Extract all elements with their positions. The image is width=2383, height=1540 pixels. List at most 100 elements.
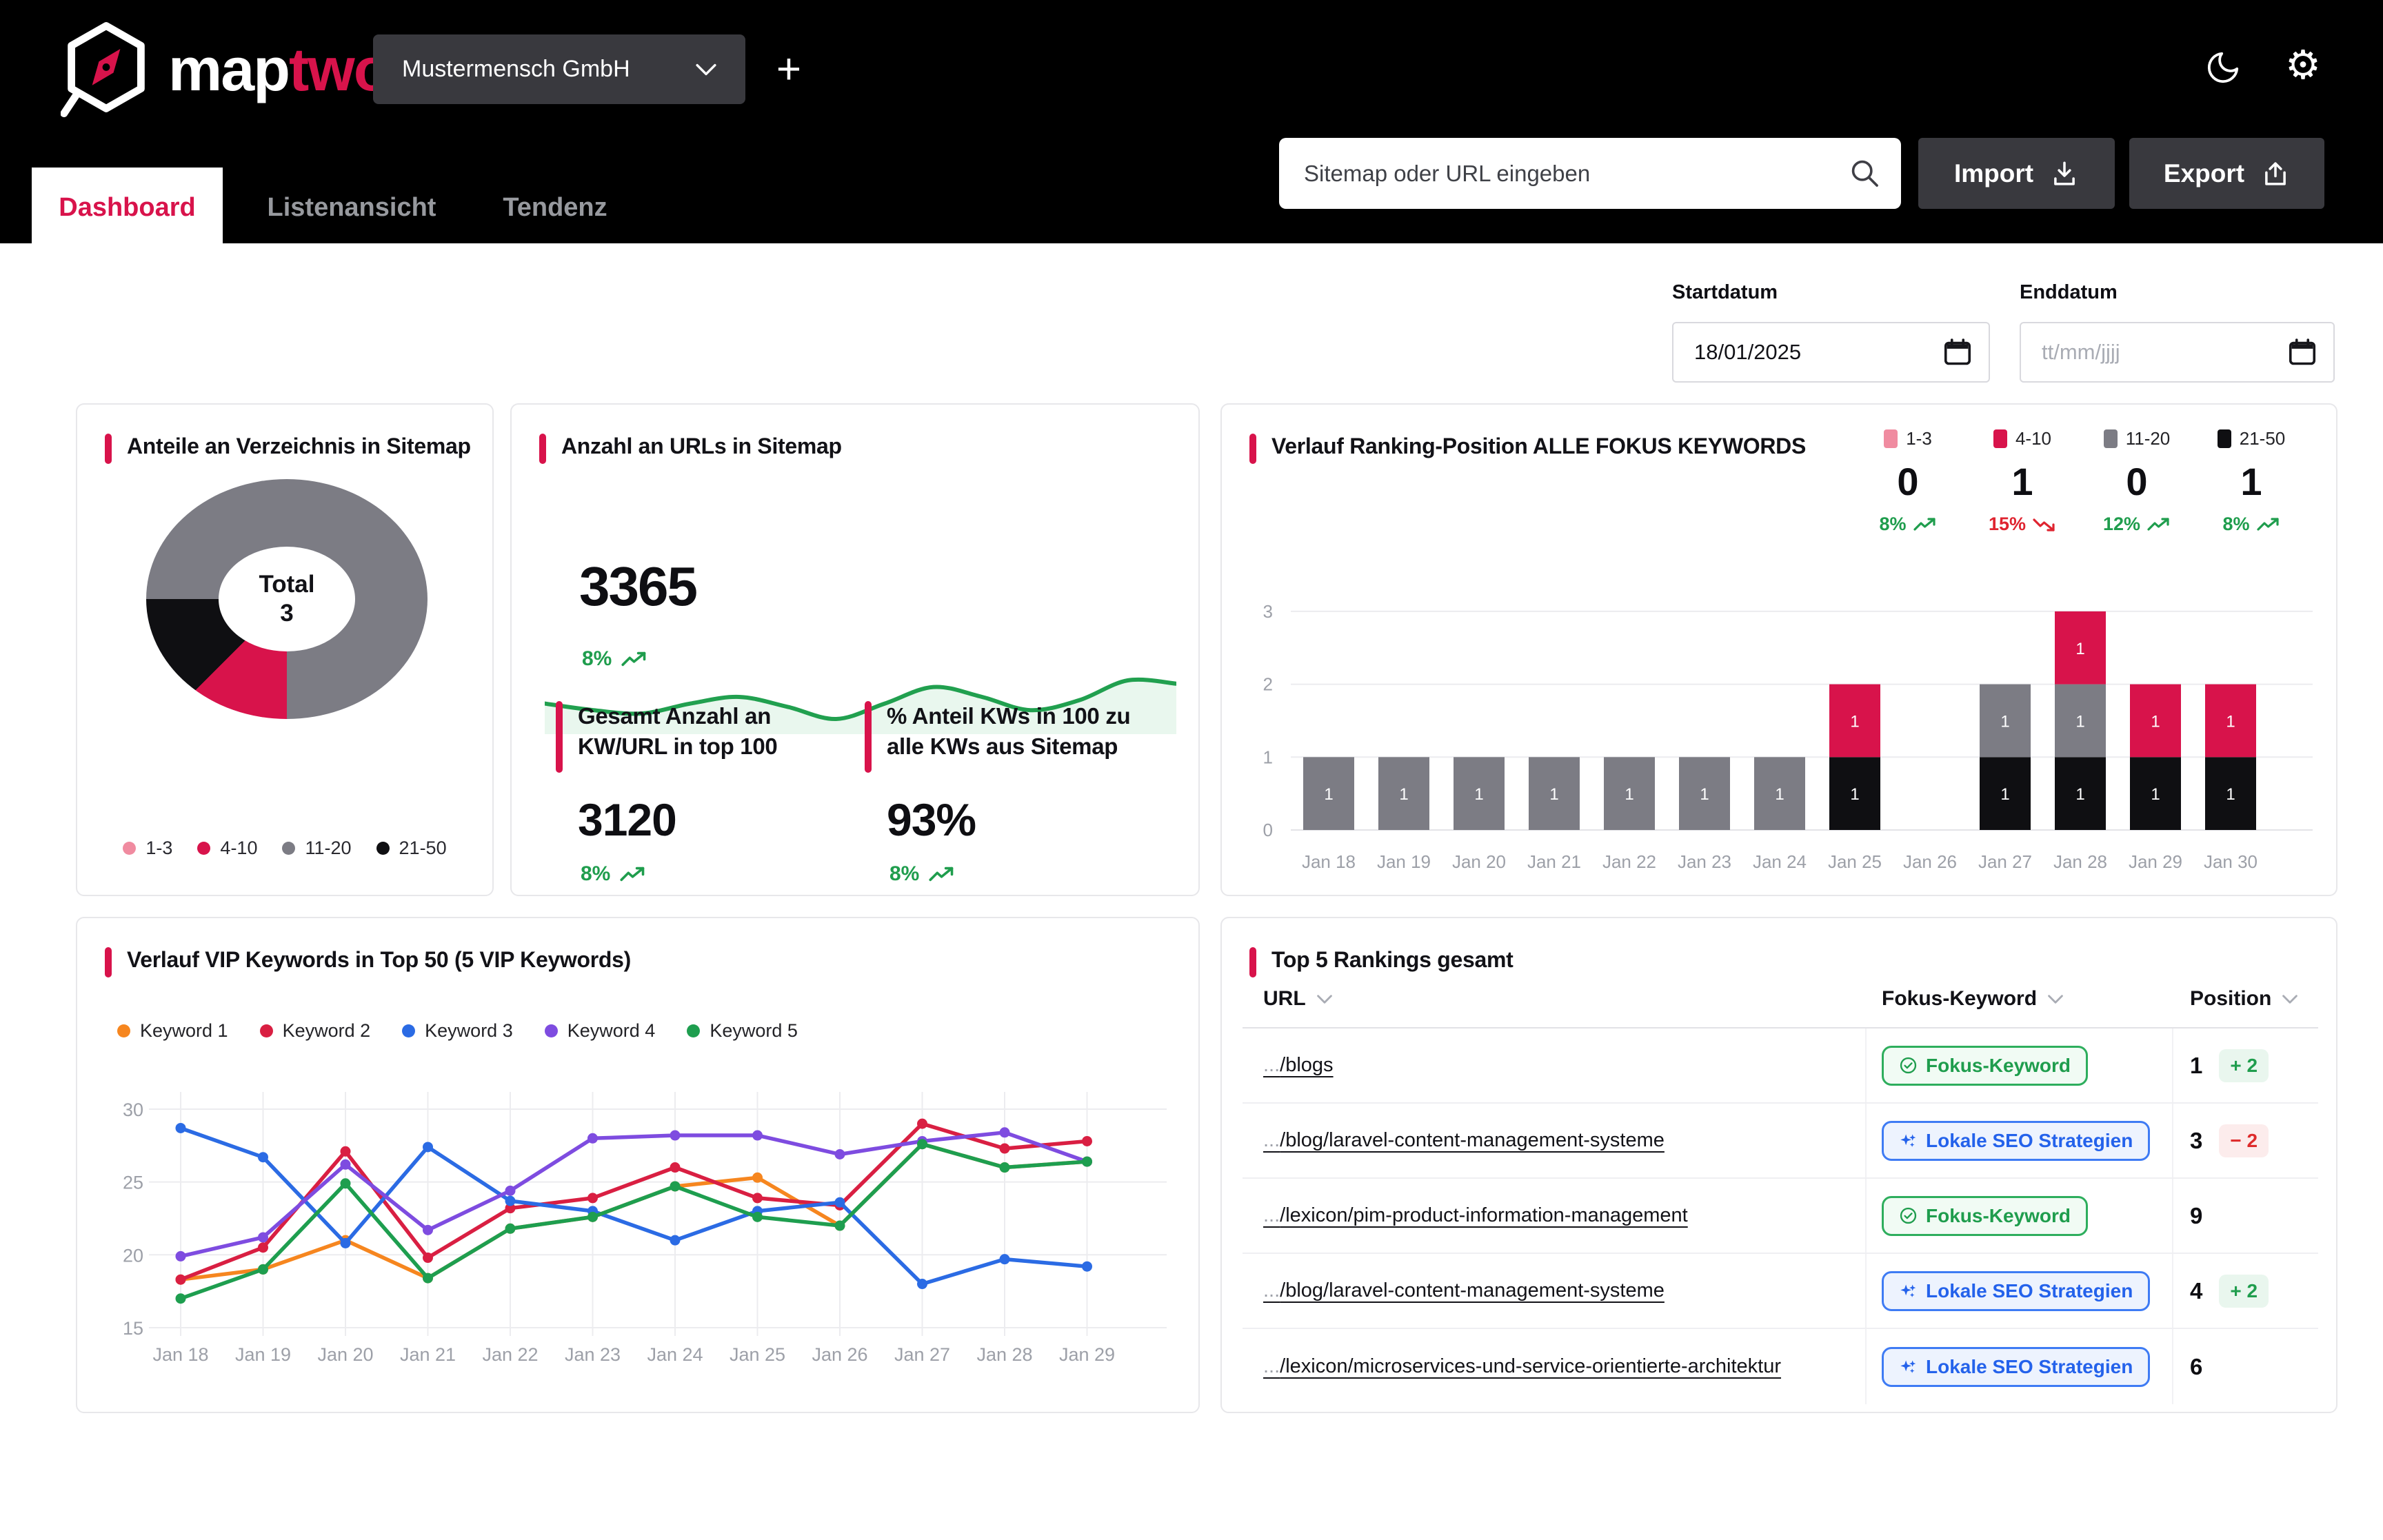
svg-text:1: 1 (1850, 785, 1859, 804)
svg-text:20: 20 (123, 1245, 143, 1266)
tab-dashboard[interactable]: Dashboard (32, 168, 223, 248)
url-path: /blogs (1280, 1054, 1333, 1076)
card-top-rankings: Top 5 Rankings gesamt URL Fokus-Keyword … (1220, 917, 2337, 1413)
end-date-input[interactable] (2020, 322, 2335, 383)
bar-legend-value: 1 (2011, 459, 2033, 504)
trending-up-icon (929, 865, 955, 884)
svg-text:Jan 22: Jan 22 (482, 1344, 538, 1365)
bar-legend-value: 1 (2240, 459, 2262, 504)
svg-text:1: 1 (1775, 785, 1784, 804)
svg-text:Jan 29: Jan 29 (1059, 1344, 1115, 1365)
start-date-input[interactable] (1672, 322, 1990, 383)
position-cell: 3− 2 (2173, 1104, 2318, 1177)
export-button[interactable]: Export (2129, 138, 2324, 209)
sitemap-search-input[interactable] (1279, 138, 1901, 209)
url-cell: .../lexicon/pim-product-information-mana… (1243, 1179, 1867, 1253)
sitemap-search (1279, 138, 1901, 209)
legend-dot (282, 842, 295, 855)
add-project-button[interactable]: + (761, 41, 816, 97)
line-legend-item: Keyword 1 (117, 1020, 228, 1042)
card-vip-keywords: Verlauf VIP Keywords in Top 50 (5 VIP Ke… (76, 917, 1200, 1413)
chevron-down-icon (1317, 995, 1332, 1004)
bar-legend-item: 1-308% (1867, 428, 1949, 535)
table-row: .../lexicon/microservices-und-service-or… (1243, 1329, 2318, 1404)
sparkles-icon (1899, 1131, 1918, 1150)
submetric-title: Gesamt Anzahl anKW/URL in top 100 (578, 701, 777, 773)
accent-bar (1249, 947, 1256, 977)
delta-value: 8% (2222, 514, 2249, 535)
import-button-label: Import (1954, 159, 2033, 188)
settings-button[interactable]: ⚙ (2280, 40, 2326, 90)
svg-text:Jan 24: Jan 24 (1753, 851, 1807, 872)
url-link[interactable]: .../lexicon/pim-product-information-mana… (1263, 1204, 1688, 1227)
url-link[interactable]: .../blogs (1263, 1054, 1334, 1077)
accent-bar (539, 434, 546, 464)
accent-bar (1249, 434, 1256, 464)
svg-text:Jan 21: Jan 21 (1527, 851, 1581, 872)
delta-value: 12% (2103, 514, 2140, 535)
legend-label: 1-3 (1906, 428, 1932, 449)
bar-legend-item: 11-20012% (2096, 428, 2178, 535)
column-header-fokus-keyword[interactable]: Fokus-Keyword (1867, 987, 2173, 1011)
svg-text:0: 0 (1263, 820, 1273, 840)
url-path: /blog/laravel-content-management-systeme (1280, 1129, 1665, 1151)
url-path: /blog/laravel-content-management-systeme (1280, 1279, 1665, 1301)
start-date-label: Startdatum (1672, 281, 1990, 304)
line-legend-item: Keyword 2 (260, 1020, 371, 1042)
svg-text:Jan 18: Jan 18 (1302, 851, 1356, 872)
legend-dot (376, 842, 390, 855)
submetric-kw-url: Gesamt Anzahl anKW/URL in top 100 3120 8… (556, 701, 859, 886)
legend-label: Keyword 4 (567, 1020, 656, 1042)
svg-text:Jan 25: Jan 25 (1828, 851, 1882, 872)
accent-bar (105, 434, 112, 464)
dashboard-page: maptwo Mustermensch GmbH + ⚙ Dashboard L… (0, 0, 2383, 1540)
position-cell: 6 (2173, 1329, 2318, 1404)
ranking-bar-chart: 0123Jan 181Jan 191Jan 201Jan 211Jan 221J… (1243, 592, 2318, 884)
url-link[interactable]: .../lexicon/microservices-und-service-or… (1263, 1355, 1781, 1378)
card-title-row: Anzahl an URLs in Sitemap (539, 434, 842, 464)
tab-tendenz[interactable]: Tendenz (483, 168, 627, 248)
url-link[interactable]: .../blog/laravel-content-management-syst… (1263, 1129, 1665, 1152)
end-date-field: Enddatum (2020, 281, 2335, 383)
donut-center-value: 3 (280, 599, 293, 628)
brand-wordmark: maptwo (168, 34, 389, 105)
import-button[interactable]: Import (1918, 138, 2115, 209)
card-title: Top 5 Rankings gesamt (1271, 947, 1514, 973)
svg-text:1: 1 (2000, 785, 2009, 804)
trending-down-icon (2033, 516, 2056, 533)
legend-swatch (1884, 429, 1898, 448)
legend-label: 11-20 (2126, 428, 2171, 449)
svg-text:2: 2 (1263, 674, 1273, 695)
chevron-down-icon (696, 63, 716, 76)
position-value: 1 (2190, 1053, 2202, 1079)
tab-listenansicht[interactable]: Listenansicht (248, 168, 455, 248)
legend-dot (402, 1024, 415, 1037)
client-dropdown-value: Mustermensch GmbH (402, 56, 630, 83)
lokale-seo-badge: Lokale SEO Strategien (1882, 1121, 2150, 1161)
bar-legend-key: 1-3 (1884, 428, 1932, 449)
column-header-position[interactable]: Position (2173, 987, 2318, 1011)
card-title-row: Verlauf VIP Keywords in Top 50 (5 VIP Ke… (105, 947, 631, 977)
url-link[interactable]: .../blog/laravel-content-management-syst… (1263, 1279, 1665, 1302)
svg-text:Jan 22: Jan 22 (1602, 851, 1656, 872)
legend-label: Keyword 5 (710, 1020, 798, 1042)
table-row: .../blog/laravel-content-management-syst… (1243, 1254, 2318, 1329)
brand-word-map: map (168, 35, 289, 103)
svg-text:Jan 20: Jan 20 (1452, 851, 1506, 872)
column-header-url[interactable]: URL (1243, 987, 1867, 1011)
card-title: Verlauf Ranking-Position ALLE FOKUS KEYW… (1271, 434, 1806, 459)
svg-text:1: 1 (1399, 785, 1408, 804)
card-title-row: Anteile an Verzeichnis in Sitemap (105, 434, 471, 464)
svg-text:1: 1 (1850, 712, 1859, 731)
legend-label: Keyword 2 (283, 1020, 371, 1042)
client-dropdown[interactable]: Mustermensch GmbH (373, 34, 745, 104)
fokus-keyword-cell: Lokale SEO Strategien (1867, 1104, 2173, 1177)
bar-legend-delta: 15% (1989, 514, 2056, 535)
line-legend: Keyword 1Keyword 2Keyword 3Keyword 4Keyw… (117, 1020, 798, 1042)
line-legend-item: Keyword 5 (687, 1020, 798, 1042)
submetric-delta: 8% (889, 862, 1168, 886)
brand-logo: maptwo (61, 21, 389, 119)
theme-toggle-button[interactable] (2201, 45, 2245, 90)
url-prefix: ... (1263, 1204, 1280, 1226)
svg-text:25: 25 (123, 1173, 143, 1193)
